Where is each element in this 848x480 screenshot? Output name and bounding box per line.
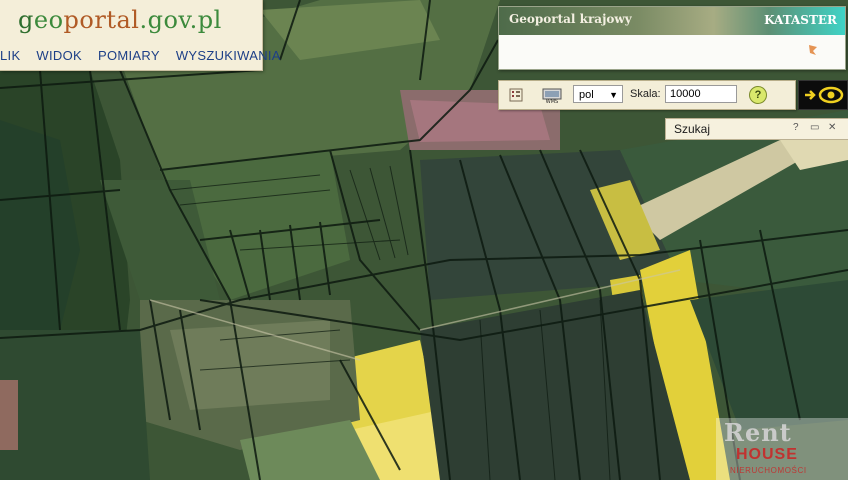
grid-list-icon[interactable] <box>507 86 525 104</box>
menu-item-wyszukiwania[interactable]: WYSZUKIWANIA <box>176 48 281 63</box>
logo-geo: eo <box>33 6 64 34</box>
minimize-icon[interactable]: ▭ <box>810 122 819 133</box>
chevron-down-icon: ▼ <box>609 90 618 100</box>
wms-icon[interactable]: WMS <box>541 86 563 104</box>
language-value: pol <box>579 89 594 101</box>
watermark-rent: Rent <box>724 418 792 447</box>
logo-gov: .gov.pl <box>139 6 222 34</box>
logo-g: g <box>18 6 34 34</box>
banner-strip <box>499 35 845 69</box>
language-select[interactable]: pol ▼ <box>573 85 623 103</box>
search-panel: Szukaj ? ▭ ✕ <box>665 118 848 140</box>
header-panel: geoportal.gov.pl LIK WIDOK POMIARY WYSZU… <box>0 0 280 71</box>
search-panel-title: Szukaj <box>674 122 711 136</box>
banner-title-bar: Geoportal krajowy KATASTER <box>499 7 845 35</box>
menu-item-widok[interactable]: WIDOK <box>36 48 82 63</box>
layer-banner: Geoportal krajowy KATASTER <box>498 6 846 70</box>
close-icon[interactable]: ✕ <box>828 122 836 133</box>
banner-title: Geoportal krajowy <box>509 12 632 26</box>
cadastral-map[interactable] <box>0 0 848 480</box>
scale-label: Skala: <box>630 88 661 100</box>
menu-item-lik[interactable]: LIK <box>0 48 20 63</box>
main-menu: LIK WIDOK POMIARY WYSZUKIWANIA <box>0 48 281 63</box>
map-toolbar: WMS pol ▼ Skala: ? <box>498 80 796 110</box>
logo-portal: portal <box>63 6 140 34</box>
arrow-eye-icon <box>805 86 844 104</box>
geoportal-logo[interactable]: geoportal.gov.pl <box>18 6 222 34</box>
orange-marker-icon <box>809 45 817 55</box>
scale-input[interactable] <box>665 85 737 103</box>
help-button[interactable]: ? <box>749 86 767 104</box>
rent-house-watermark: Rent HOUSE NIERUCHOMOŚCI <box>716 418 848 480</box>
watermark-house: HOUSE <box>736 446 798 463</box>
preview-button[interactable] <box>798 80 848 110</box>
search-help-button[interactable]: ? <box>793 122 799 133</box>
svg-text:WMS: WMS <box>546 99 558 104</box>
watermark-subtitle: NIERUCHOMOŚCI <box>730 466 807 475</box>
menu-item-pomiary[interactable]: POMIARY <box>98 48 160 63</box>
layer-name-kataster[interactable]: KATASTER <box>764 13 837 27</box>
